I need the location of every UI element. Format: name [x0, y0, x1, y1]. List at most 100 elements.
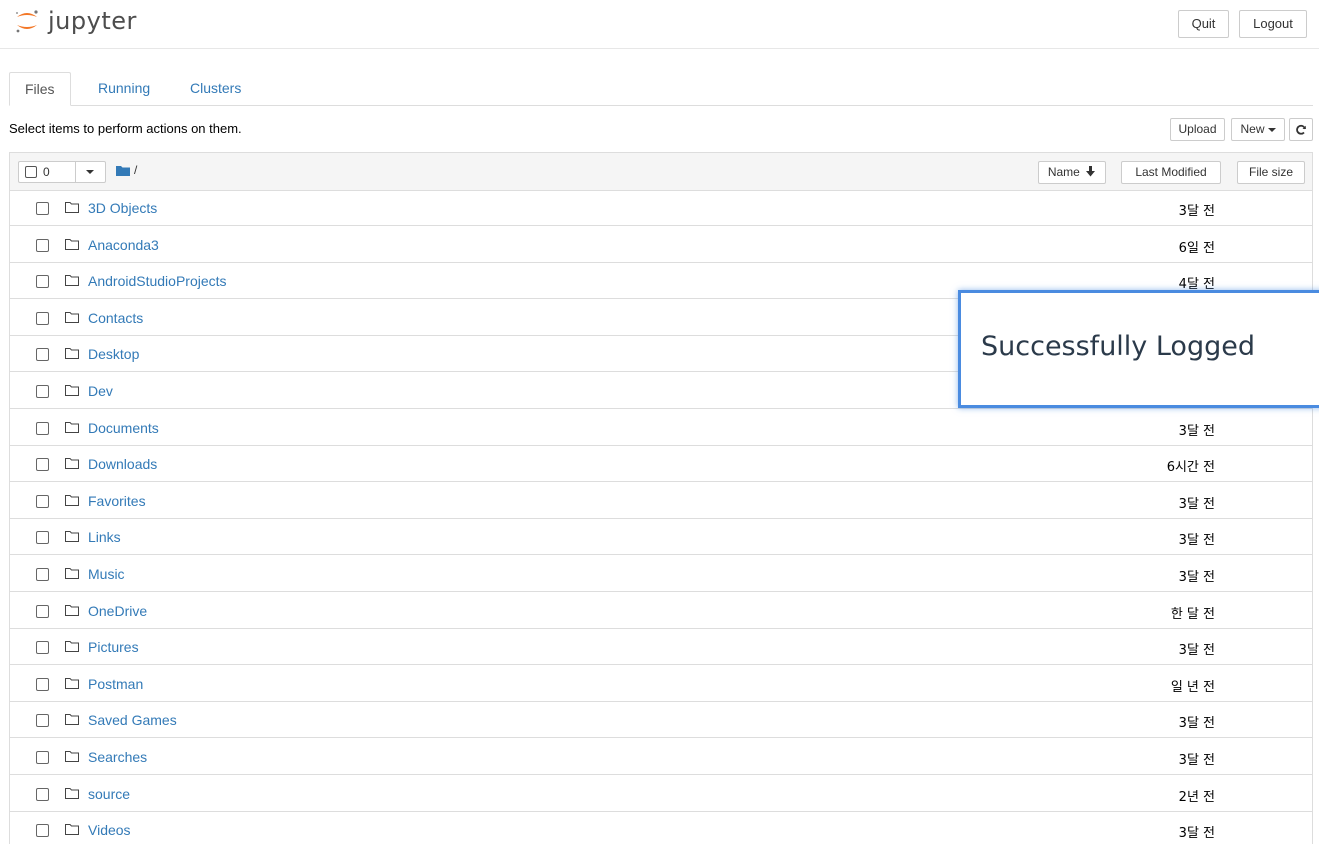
- selected-count: 0: [43, 165, 50, 179]
- last-modified: 일 년 전: [1170, 679, 1215, 695]
- file-name-link[interactable]: 3D Objects: [88, 200, 157, 216]
- file-name-link[interactable]: AndroidStudioProjects: [88, 273, 227, 289]
- folder-icon: [65, 530, 79, 545]
- row-checkbox[interactable]: [36, 787, 49, 801]
- select-all-checkbox[interactable]: [25, 166, 37, 178]
- file-name-link[interactable]: Pictures: [88, 639, 139, 655]
- row-checkbox[interactable]: [36, 604, 49, 618]
- file-row[interactable]: Anaconda3 6일 전: [10, 227, 1312, 263]
- folder-icon: [65, 347, 79, 362]
- jupyter-logo-icon: [16, 10, 38, 33]
- file-row[interactable]: Links 3달 전: [10, 519, 1312, 556]
- file-name-link[interactable]: Saved Games: [88, 712, 177, 728]
- file-name-link[interactable]: Searches: [88, 749, 147, 765]
- file-row[interactable]: Searches 3달 전: [10, 739, 1312, 775]
- file-row[interactable]: 3D Objects 3달 전: [10, 190, 1312, 226]
- last-modified: 6일 전: [1178, 240, 1215, 256]
- row-checkbox[interactable]: [36, 202, 49, 215]
- last-modified: 3달 전: [1178, 423, 1215, 439]
- folder-icon: [65, 201, 79, 216]
- tab-clusters[interactable]: Clusters: [175, 72, 256, 105]
- tab-files[interactable]: Files: [9, 72, 71, 106]
- tab-running[interactable]: Running: [83, 72, 165, 105]
- last-modified: 한 달 전: [1170, 606, 1215, 622]
- file-name-link[interactable]: Documents: [88, 420, 159, 436]
- file-list-header: 0 / Name Last Modified File size: [10, 153, 1312, 191]
- breadcrumb[interactable]: /: [116, 163, 137, 177]
- folder-icon: [65, 567, 79, 582]
- last-modified: 3달 전: [1178, 643, 1215, 659]
- refresh-icon: [1296, 124, 1306, 135]
- caret-down-icon: [1267, 127, 1276, 132]
- row-checkbox[interactable]: [36, 385, 49, 398]
- row-checkbox[interactable]: [36, 568, 49, 581]
- row-checkbox[interactable]: [36, 311, 49, 325]
- sort-file-size-button[interactable]: File size: [1237, 161, 1305, 184]
- file-name-link[interactable]: Desktop: [88, 346, 139, 362]
- row-checkbox[interactable]: [36, 458, 49, 472]
- file-row[interactable]: Music 3달 전: [10, 556, 1312, 592]
- folder-icon: [65, 457, 79, 472]
- file-name-link[interactable]: Favorites: [88, 493, 146, 509]
- file-name-link[interactable]: Music: [88, 566, 125, 582]
- refresh-button[interactable]: [1289, 118, 1313, 141]
- folder-icon: [65, 750, 79, 765]
- row-checkbox[interactable]: [36, 275, 49, 289]
- row-checkbox[interactable]: [36, 714, 49, 728]
- folder-icon: [65, 640, 79, 655]
- tab-bar: Files Running Clusters: [9, 72, 1313, 106]
- file-name-link[interactable]: Anaconda3: [88, 237, 159, 253]
- file-row[interactable]: Videos 3달 전: [10, 812, 1312, 844]
- row-checkbox[interactable]: [36, 677, 49, 691]
- arrow-down-icon: [1086, 166, 1096, 177]
- last-modified: 3달 전: [1178, 533, 1215, 549]
- folder-icon: [65, 384, 79, 399]
- file-name-link[interactable]: Contacts: [88, 310, 143, 326]
- last-modified: 6시간 전: [1166, 460, 1215, 476]
- folder-icon: [65, 238, 79, 253]
- file-row[interactable]: OneDrive 한 달 전: [10, 593, 1312, 629]
- file-row[interactable]: Documents 3달 전: [10, 410, 1312, 446]
- folder-icon: [65, 421, 79, 436]
- login-notification: Successfully Logged: [958, 290, 1319, 408]
- file-row[interactable]: Postman 일 년 전: [10, 666, 1312, 702]
- new-dropdown-button[interactable]: New: [1231, 118, 1285, 141]
- row-checkbox[interactable]: [36, 238, 49, 252]
- folder-icon: [116, 165, 130, 176]
- file-name-link[interactable]: source: [88, 786, 130, 802]
- quit-button[interactable]: Quit: [1178, 10, 1229, 38]
- file-row[interactable]: Pictures 3달 전: [10, 629, 1312, 666]
- file-row[interactable]: Favorites 3달 전: [10, 483, 1312, 519]
- file-name-link[interactable]: Links: [88, 529, 121, 545]
- row-checkbox[interactable]: [36, 348, 49, 362]
- folder-icon: [65, 494, 79, 509]
- file-name-link[interactable]: Downloads: [88, 456, 157, 472]
- breadcrumb-root[interactable]: /: [134, 163, 137, 177]
- row-checkbox[interactable]: [36, 824, 49, 838]
- upload-button[interactable]: Upload: [1170, 118, 1225, 141]
- header: jupyter Quit Logout: [0, 0, 1319, 49]
- row-checkbox[interactable]: [36, 421, 49, 435]
- select-all-control[interactable]: 0: [18, 161, 106, 183]
- folder-icon: [65, 787, 79, 802]
- sort-name-button[interactable]: Name: [1038, 161, 1106, 184]
- file-name-link[interactable]: OneDrive: [88, 603, 147, 619]
- logout-button[interactable]: Logout: [1239, 10, 1307, 38]
- file-row[interactable]: Downloads 6시간 전: [10, 446, 1312, 483]
- row-checkbox[interactable]: [36, 494, 49, 508]
- sort-last-modified-button[interactable]: Last Modified: [1121, 161, 1221, 184]
- file-row[interactable]: Saved Games 3달 전: [10, 702, 1312, 739]
- folder-icon: [65, 604, 79, 619]
- row-checkbox[interactable]: [36, 641, 49, 655]
- select-menu-caret-icon[interactable]: [86, 170, 94, 174]
- file-name-link[interactable]: Postman: [88, 676, 143, 692]
- jupyter-logo[interactable]: jupyter: [12, 6, 137, 36]
- file-row[interactable]: source 2년 전: [10, 776, 1312, 812]
- row-checkbox[interactable]: [36, 531, 49, 545]
- row-checkbox[interactable]: [36, 751, 49, 764]
- last-modified: 3달 전: [1178, 826, 1215, 842]
- file-name-link[interactable]: Dev: [88, 383, 113, 399]
- last-modified: 3달 전: [1178, 753, 1215, 768]
- last-modified: 3달 전: [1178, 496, 1215, 512]
- file-name-link[interactable]: Videos: [88, 822, 131, 838]
